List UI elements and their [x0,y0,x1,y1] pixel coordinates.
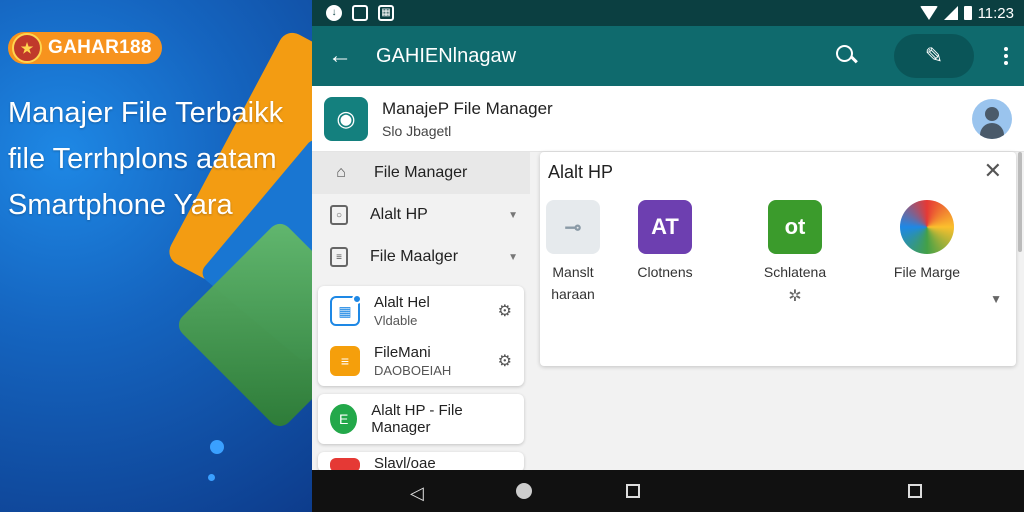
list-item-subtitle: DAOBOEIAH [374,363,452,378]
gear-icon[interactable]: ⚙ [498,301,512,321]
list-item[interactable]: ≡ FileMani DAOBOEIAH ⚙ [318,336,524,386]
list-item-subtitle: Vldable [374,313,418,328]
nav-square-icon[interactable] [908,484,922,498]
plug-app-icon: ⊸ [546,200,600,254]
app-tile[interactable]: AT Clotnens [610,200,720,280]
home-icon: ⌂ [336,164,346,181]
pen-icon: ✎ [924,43,944,68]
app-header: ◉ ManajeP File Manager Slo Jbagetl [312,86,1024,152]
notification-download-icon: ↓ [326,5,342,21]
nav-home-icon[interactable] [516,483,532,499]
ot-app-icon: ot [768,200,822,254]
phone-screen: ↓ ▦ 11:23 ← GAHIENlnagaw ✎ ◉ ManajeP Fil… [312,0,1024,512]
battery-icon [963,6,972,20]
edit-button[interactable]: ✎ [894,34,974,78]
decor-dot [208,474,215,481]
sidebar-item-alat-hp[interactable]: ○ Alalt HP ▼ [312,194,530,236]
sidebar-item-label: Alalt HP [370,206,428,223]
notification-image-icon: ▦ [378,5,394,21]
notes-app-icon: ≡ [330,346,360,376]
list-item-title: Alalt Hel [374,294,430,311]
header-subtitle: Slo Jbagetl [382,122,452,139]
notification-square-icon [352,5,368,21]
app-label: Schlatena [763,264,827,280]
signal-icon [943,6,958,20]
file-manager-green-icon: E [330,404,358,434]
phone-icon: ○ [330,205,348,225]
sidebar: ⌂ File Manager ○ Alalt HP ▼ ≡ File Maalg… [312,152,530,472]
app-label: File Marge [893,264,961,280]
app-tile[interactable]: File Marge [872,200,982,280]
nav-back-icon[interactable]: ◁ [410,483,424,504]
brand-logo: ★ GAHAR188 [8,32,162,64]
back-arrow-icon[interactable]: ← [328,42,358,70]
scrollbar[interactable] [1018,152,1022,252]
header-title: ManajeP File Manager [382,98,553,118]
sidebar-item-label: File Manager [374,164,468,181]
brand-name: GAHAR188 [48,37,152,58]
search-icon[interactable] [836,45,858,67]
headline-line: Manajer File Terbaikk [8,97,284,129]
file-manager-app-icon: ◉ [324,96,368,141]
list-item-title: FileMani [374,344,431,361]
gear-icon[interactable]: ⚙ [498,351,512,371]
sidebar-item-file-manager[interactable]: ⌂ File Manager [312,152,530,194]
avatar[interactable] [972,98,1012,139]
list-item-title: Alalt HP - File Manager [371,402,463,436]
status-time: 11:23 [977,4,1014,22]
chevron-down-icon[interactable]: ▼ [508,210,518,221]
sidebar-card: ▦ Alalt Hel Vldable ⚙ ≡ FileMani DAOBOEI… [318,286,524,386]
nav-recents-icon[interactable] [626,484,640,498]
sidebar-card: E Alalt HP - File Manager [318,394,524,444]
close-icon[interactable]: ✕ [984,158,1002,184]
list-item[interactable]: Slavl/oae [318,452,524,472]
promo-headline: Manajer File Terbaikk file Terrhplons aa… [8,90,308,228]
chevron-down-icon[interactable]: ▼ [508,252,518,263]
loading-spinner-icon: ✲ [788,288,802,305]
app-bar: ← GAHIENlnagaw ✎ [312,26,1024,86]
status-bar: ↓ ▦ 11:23 [312,0,1024,26]
panel-title: Alalt HP [548,162,614,182]
brand-emblem-icon: ★ [12,33,42,63]
sidebar-item-label: File Maalger [370,248,459,265]
promo-banner: ★ GAHAR188 Manajer File Terbaikk file Te… [0,0,312,512]
app-bar-title: GAHIENlnagaw [376,44,517,67]
wifi-icon [919,6,938,20]
app-label: Clotnens [637,264,693,280]
list-item[interactable]: E Alalt HP - File Manager [318,394,524,444]
chevron-down-icon[interactable]: ▼ [990,292,1002,306]
document-icon: ≡ [330,247,348,267]
decor-dot [210,440,224,454]
sidebar-item-file-manager-2[interactable]: ≡ File Maalger ▼ [312,236,530,278]
apps-panel: Alalt HP ✕ ⊸ Manslt haraan AT Clotnens o… [540,152,1016,366]
at-app-icon: AT [638,200,692,254]
color-wheel-app-icon [900,200,954,254]
headline-line: file Terrhplons aatam [8,143,277,175]
app-tile[interactable]: ot Schlatena ✲ [740,200,850,306]
more-options-icon[interactable] [1004,47,1008,65]
list-item[interactable]: ▦ Alalt Hel Vldable ⚙ [318,286,524,336]
grid-app-icon: ▦ [330,294,362,326]
sidebar-card-partial: Slavl/oae [318,452,524,472]
headline-line: Smartphone Yara [8,189,233,221]
app-sublabel: haraan [551,286,595,302]
system-nav-bar: ◁ [312,470,1024,512]
